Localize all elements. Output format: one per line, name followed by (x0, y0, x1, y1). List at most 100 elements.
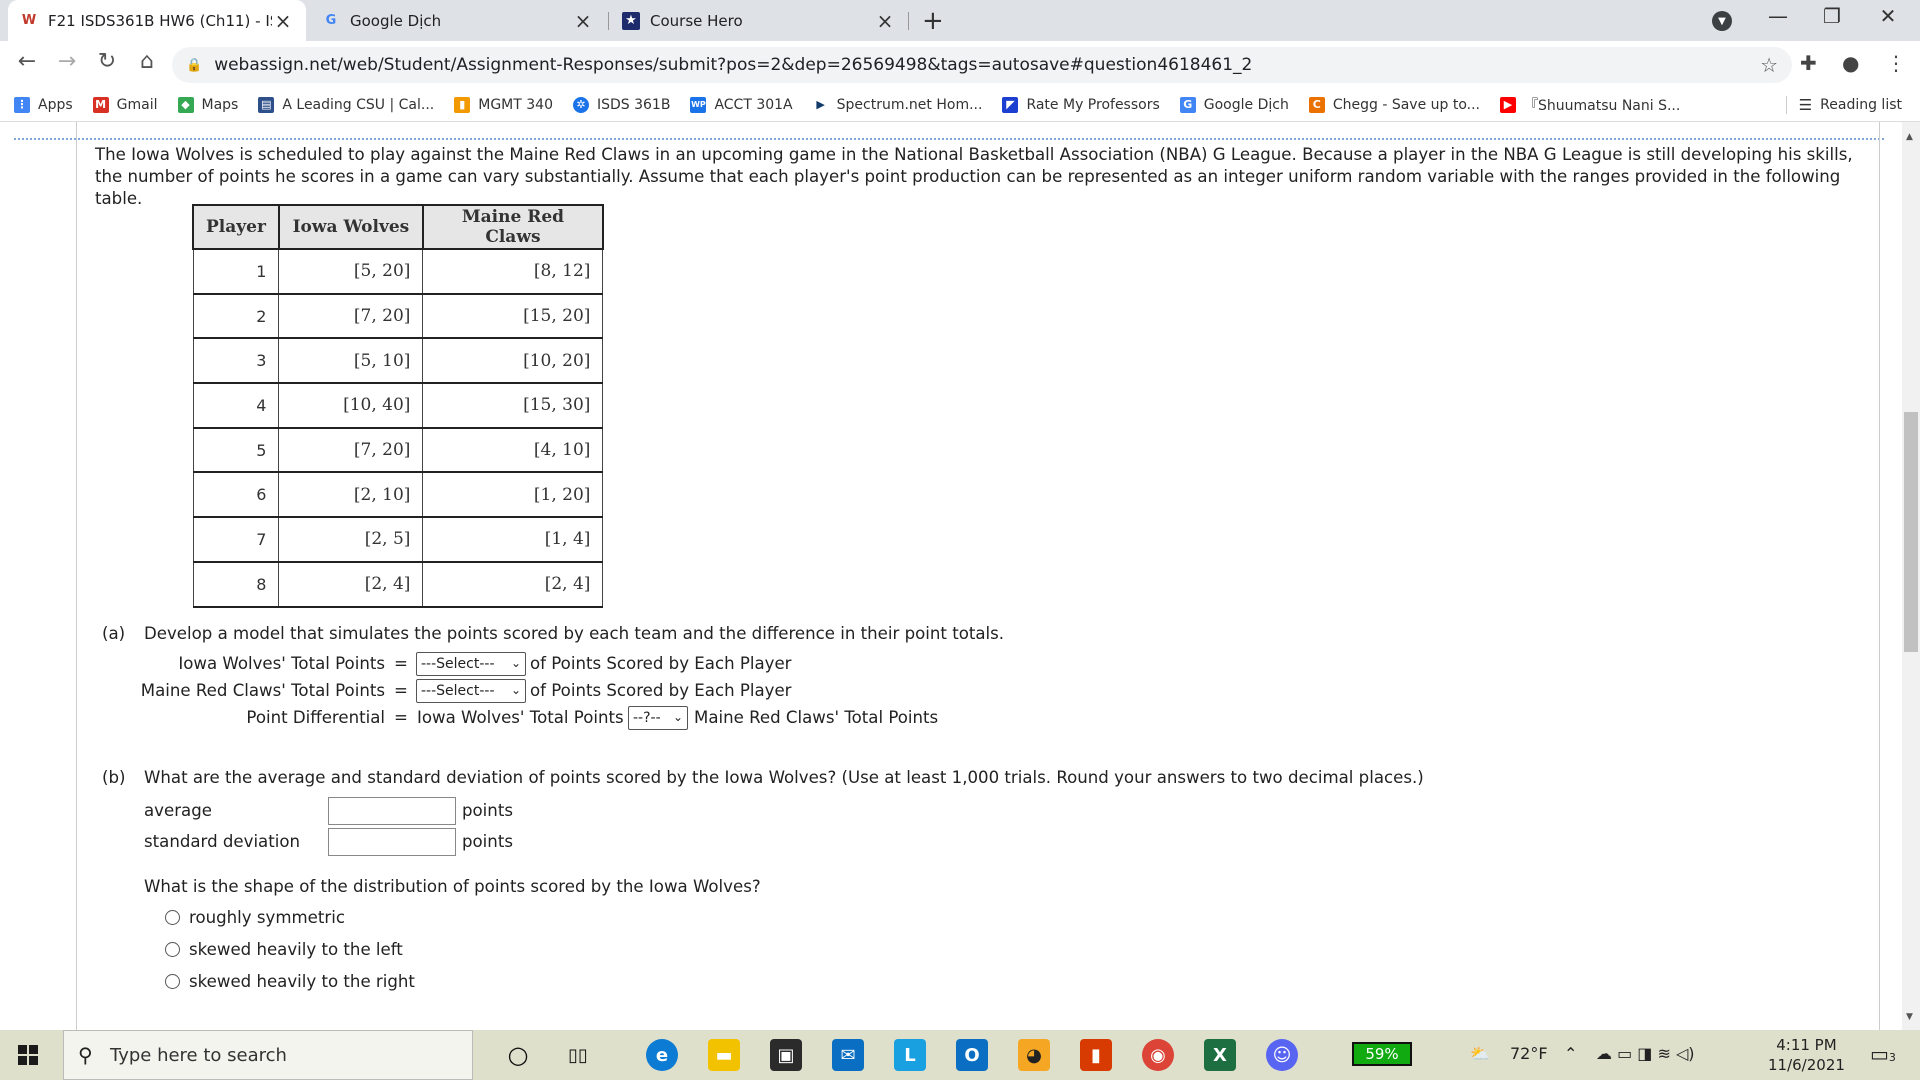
bookmark-csu[interactable]: ▤ A Leading CSU | Cal... (258, 96, 434, 113)
scroll-down-icon[interactable]: ▼ (1906, 1012, 1913, 1022)
minimize-icon[interactable]: — (1758, 4, 1798, 28)
reload-icon[interactable]: ↻ (92, 49, 122, 74)
table-cell: [10, 40] (278, 382, 424, 429)
tab-course-hero[interactable]: ★ Course Hero × (610, 0, 908, 41)
radio-skewed-right[interactable] (165, 974, 180, 989)
table-cell: 6 (192, 471, 280, 519)
cortana-icon[interactable]: ○ (502, 1039, 534, 1071)
tab-title: Google Dịch (350, 11, 442, 30)
bookmark-youtube[interactable]: ▶ 『Shuumatsu Nani S... (1500, 95, 1680, 115)
maps-icon: ◆ (177, 96, 194, 113)
search-placeholder: Type here to search (110, 1044, 287, 1066)
bookmark-label: ISDS 361B (596, 96, 671, 113)
mail-icon[interactable]: ✉ (832, 1039, 864, 1071)
windows-start-icon[interactable] (18, 1045, 38, 1065)
profile-icon[interactable]: ● (1842, 51, 1859, 75)
bookmark-gmail[interactable]: M Gmail (92, 96, 158, 113)
close-icon[interactable]: × (874, 9, 896, 33)
table-row: 3 [5, 10] [10, 20] (192, 337, 604, 385)
bookmark-mgmt340[interactable]: ▮ MGMT 340 (454, 96, 553, 113)
clock[interactable]: 4:11 PM 11/6/2021 (1768, 1035, 1845, 1075)
table-cell: [5, 20] (278, 248, 424, 295)
restore-icon[interactable]: ❐ (1812, 4, 1852, 28)
office-icon[interactable]: ▮ (1080, 1039, 1112, 1071)
outlook-icon[interactable]: O (956, 1039, 988, 1071)
bookmark-google-dich[interactable]: G Google Dịch (1179, 96, 1289, 113)
table-cell: [2, 4] (278, 561, 424, 608)
lock-icon[interactable]: 🔒 (186, 58, 202, 73)
average-unit: points (462, 801, 513, 820)
tab-google-dich[interactable]: G Google Dịch × (310, 0, 606, 41)
close-icon[interactable]: × (572, 9, 594, 33)
temperature[interactable]: 72°F (1510, 1044, 1548, 1063)
bookmark-acct301a[interactable]: WP ACCT 301A (690, 96, 793, 113)
extensions-icon[interactable]: ✚ (1800, 51, 1817, 75)
store-icon[interactable]: ▣ (770, 1039, 802, 1071)
radio-skewed-left[interactable] (165, 942, 180, 957)
table-cell: [2, 10] (278, 471, 424, 519)
option-label: skewed heavily to the left (189, 940, 403, 959)
address-bar[interactable]: 🔒 webassign.net/web/Student/Assignment-R… (172, 47, 1792, 83)
google-translate-icon: G (1179, 96, 1196, 113)
weather-icon[interactable]: ⛅ (1470, 1044, 1490, 1063)
app-icon[interactable]: ◕ (1018, 1039, 1050, 1071)
bookmark-rmp[interactable]: ◤ Rate My Professors (1002, 96, 1160, 113)
operator-select[interactable]: --?-- ⌄ (628, 706, 688, 730)
forward-icon[interactable]: → (52, 49, 82, 74)
table-row: 4 [10, 40] [15, 30] (192, 382, 604, 429)
search-icon: ⚲ (78, 1043, 93, 1067)
bookmark-isds361b[interactable]: ✲ ISDS 361B (572, 96, 671, 113)
notification-icon[interactable]: ▭3 (1870, 1042, 1896, 1066)
table-header-row: Player Iowa Wolves Maine Red Claws (192, 204, 604, 250)
iowa-total-select[interactable]: ---Select--- ⌄ (416, 652, 526, 676)
table-cell: [7, 20] (278, 427, 424, 474)
csu-icon: ▤ (258, 96, 275, 113)
bookmark-spectrum[interactable]: ▶ Spectrum.net Hom... (812, 96, 982, 113)
table-cell: [1, 4] (422, 516, 604, 563)
bookmark-apps[interactable]: ⋮ Apps (14, 96, 73, 113)
discord-icon[interactable]: ☺ (1266, 1039, 1298, 1071)
wp-icon: WP (690, 96, 707, 113)
home-icon[interactable]: ⌂ (132, 49, 162, 74)
bookmark-maps[interactable]: ◆ Maps (177, 96, 239, 113)
tab-search-icon[interactable]: ▼ (1712, 11, 1732, 31)
excel-icon[interactable]: X (1204, 1039, 1236, 1071)
radio-roughly-symmetric[interactable] (165, 910, 180, 925)
scroll-up-icon[interactable]: ▲ (1906, 132, 1913, 142)
vertical-scrollbar[interactable]: ▲ ▼ (1902, 122, 1920, 1030)
notification-count: 3 (1888, 1051, 1896, 1064)
close-window-icon[interactable]: ✕ (1868, 4, 1908, 28)
menu-icon[interactable]: ⋮ (1886, 51, 1906, 75)
average-input[interactable] (328, 797, 456, 825)
question-intro: The Iowa Wolves is scheduled to play aga… (95, 145, 1853, 208)
average-label: average (144, 801, 212, 820)
launcher-l-icon[interactable]: L (894, 1039, 926, 1071)
file-explorer-icon[interactable]: ▬ (708, 1039, 740, 1071)
bookmark-label: Maps (201, 96, 239, 113)
tab-title: Course Hero (650, 11, 743, 30)
edge-icon[interactable]: e (646, 1039, 678, 1071)
tab-separator (908, 12, 909, 30)
bookmark-chegg[interactable]: C Chegg - Save up to... (1308, 96, 1480, 113)
battery-indicator[interactable]: 59% (1352, 1042, 1412, 1066)
new-tab-button[interactable]: + (922, 6, 944, 36)
col-header-maine: Maine Red Claws (421, 204, 604, 250)
std-dev-input[interactable] (328, 828, 456, 856)
page-content: The Iowa Wolves is scheduled to play aga… (0, 122, 1902, 1030)
task-view-icon[interactable]: ▯▯ (562, 1039, 594, 1071)
reading-list-button[interactable]: ☰ Reading list (1785, 95, 1902, 114)
bookmark-star-icon[interactable]: ☆ (1760, 53, 1778, 77)
player-ranges-table: Player Iowa Wolves Maine Red Claws 1 [5, … (192, 204, 604, 608)
chevron-up-icon[interactable]: ⌃ (1564, 1044, 1577, 1063)
table-cell: 7 (192, 516, 280, 563)
tab-webassign[interactable]: W F21 ISDS361B HW6 (Ch11) - ISDS × (8, 0, 306, 41)
close-icon[interactable]: × (272, 9, 294, 33)
tray-icons[interactable]: ☁ ▭ ◨ ≋ ◁) (1596, 1044, 1695, 1063)
chrome-icon[interactable]: ◉ (1142, 1039, 1174, 1071)
maine-total-select[interactable]: ---Select--- ⌄ (416, 679, 526, 703)
scrollbar-thumb[interactable] (1904, 412, 1918, 652)
bookmark-label: 『Shuumatsu Nani S... (1524, 97, 1681, 114)
back-icon[interactable]: ← (12, 49, 42, 74)
table-cell: [2, 5] (278, 516, 424, 563)
taskbar-search-box[interactable]: ⚲ Type here to search (63, 1030, 473, 1080)
